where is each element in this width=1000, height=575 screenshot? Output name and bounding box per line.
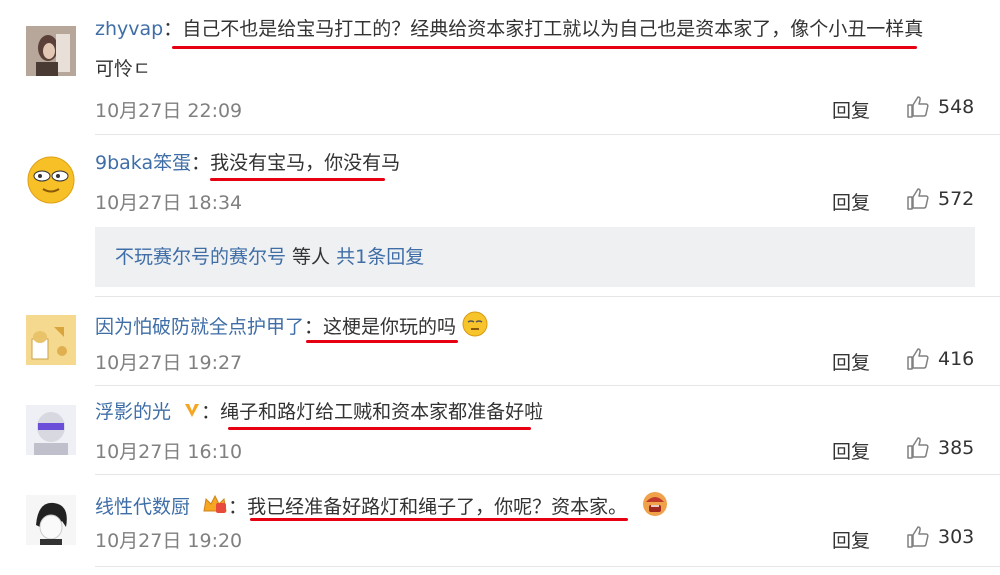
comment-meta: 10月27日 19:20 — [95, 526, 242, 553]
divider — [95, 385, 1000, 386]
like-button[interactable]: 303 — [906, 525, 974, 549]
red-underline — [250, 518, 628, 521]
comment-text: 绳子和路灯给工贼和资本家都准备好啦 — [220, 401, 544, 423]
divider — [95, 296, 1000, 297]
username-link[interactable]: zhyvap — [95, 18, 163, 40]
divider — [95, 566, 1000, 567]
thumbs-up-icon — [907, 348, 929, 370]
comment-time: 10月27日 19:20 — [95, 530, 243, 552]
comment-content: 9baka笨蛋：我没有宝马，你没有马 — [95, 152, 401, 174]
reply-button[interactable]: 回复 — [832, 437, 870, 464]
reply-button[interactable]: 回复 — [832, 526, 870, 553]
comment-meta: 10月27日 22:09 — [95, 96, 242, 123]
username-link[interactable]: 因为怕破防就全点护甲了 — [95, 316, 304, 338]
verified-v-icon — [183, 400, 201, 426]
comment-content: zhyvap：自己不也是给宝马打工的？经典给资本家打工就以为自己也是资本家了，像… — [95, 18, 924, 40]
comment-time: 10月27日 22:09 — [95, 100, 243, 122]
like-button[interactable]: 572 — [906, 187, 974, 211]
like-button[interactable]: 416 — [906, 347, 974, 371]
username-link[interactable]: 浮影的光 — [95, 401, 171, 423]
divider — [95, 474, 1000, 475]
divider — [95, 134, 1000, 135]
comment-time: 10月27日 16:10 — [95, 441, 243, 463]
username-link[interactable]: 9baka笨蛋 — [95, 152, 191, 174]
avatar[interactable] — [26, 155, 76, 205]
emoji-icon — [462, 311, 488, 344]
comment-time: 10月27日 18:34 — [95, 192, 243, 214]
like-button[interactable]: 548 — [906, 95, 974, 119]
red-underline — [172, 46, 917, 49]
red-underline — [306, 340, 458, 343]
red-underline — [228, 427, 531, 430]
thumbs-up-icon — [907, 188, 929, 210]
like-count: 385 — [938, 437, 975, 459]
thumbs-up-icon — [907, 526, 929, 548]
avatar[interactable] — [26, 26, 76, 76]
like-count: 548 — [938, 96, 975, 118]
reply-button[interactable]: 回复 — [832, 348, 870, 375]
comment-text: 我没有宝马，你没有马 — [210, 152, 401, 174]
like-button[interactable]: 385 — [906, 436, 974, 460]
comment-text: 自己不也是给宝马打工的？经典给资本家打工就以为自己也是资本家了，像个小丑一样真 — [182, 18, 924, 40]
sub-reply-summary: 不玩赛尔号的赛尔号 等人 共1条回复 — [95, 227, 975, 287]
sub-reply-user-link[interactable]: 不玩赛尔号的赛尔号 — [115, 246, 286, 268]
view-replies-link[interactable]: 共1条回复 — [336, 246, 424, 268]
comment-meta: 10月27日 18:34 — [95, 188, 242, 215]
username-link[interactable]: 线性代数厨 — [95, 496, 190, 518]
comment-content: 浮影的光 ：绳子和路灯给工贼和资本家都准备好啦 — [95, 399, 543, 426]
like-count: 416 — [938, 348, 975, 370]
like-count: 303 — [938, 526, 975, 548]
avatar[interactable] — [26, 315, 76, 365]
comment-time: 10月27日 19:27 — [95, 352, 243, 374]
red-underline — [210, 178, 385, 181]
thumbs-up-icon — [907, 437, 929, 459]
avatar[interactable] — [26, 495, 76, 545]
comment-meta: 10月27日 16:10 — [95, 437, 242, 464]
reply-button[interactable]: 回复 — [832, 96, 870, 123]
comment-text-continued: 可怜ㄷ — [95, 58, 151, 80]
comment-text: 我已经准备好路灯和绳子了，你呢？资本家。 — [247, 496, 628, 518]
comment-text: 这梗是你玩的吗 — [323, 316, 457, 338]
member-crown-icon — [202, 493, 228, 522]
comment-meta: 10月27日 19:27 — [95, 348, 242, 375]
reply-button[interactable]: 回复 — [832, 188, 870, 215]
thumbs-up-icon — [907, 96, 929, 118]
emoji-icon — [641, 490, 669, 525]
like-count: 572 — [938, 188, 975, 210]
avatar[interactable] — [26, 405, 76, 455]
